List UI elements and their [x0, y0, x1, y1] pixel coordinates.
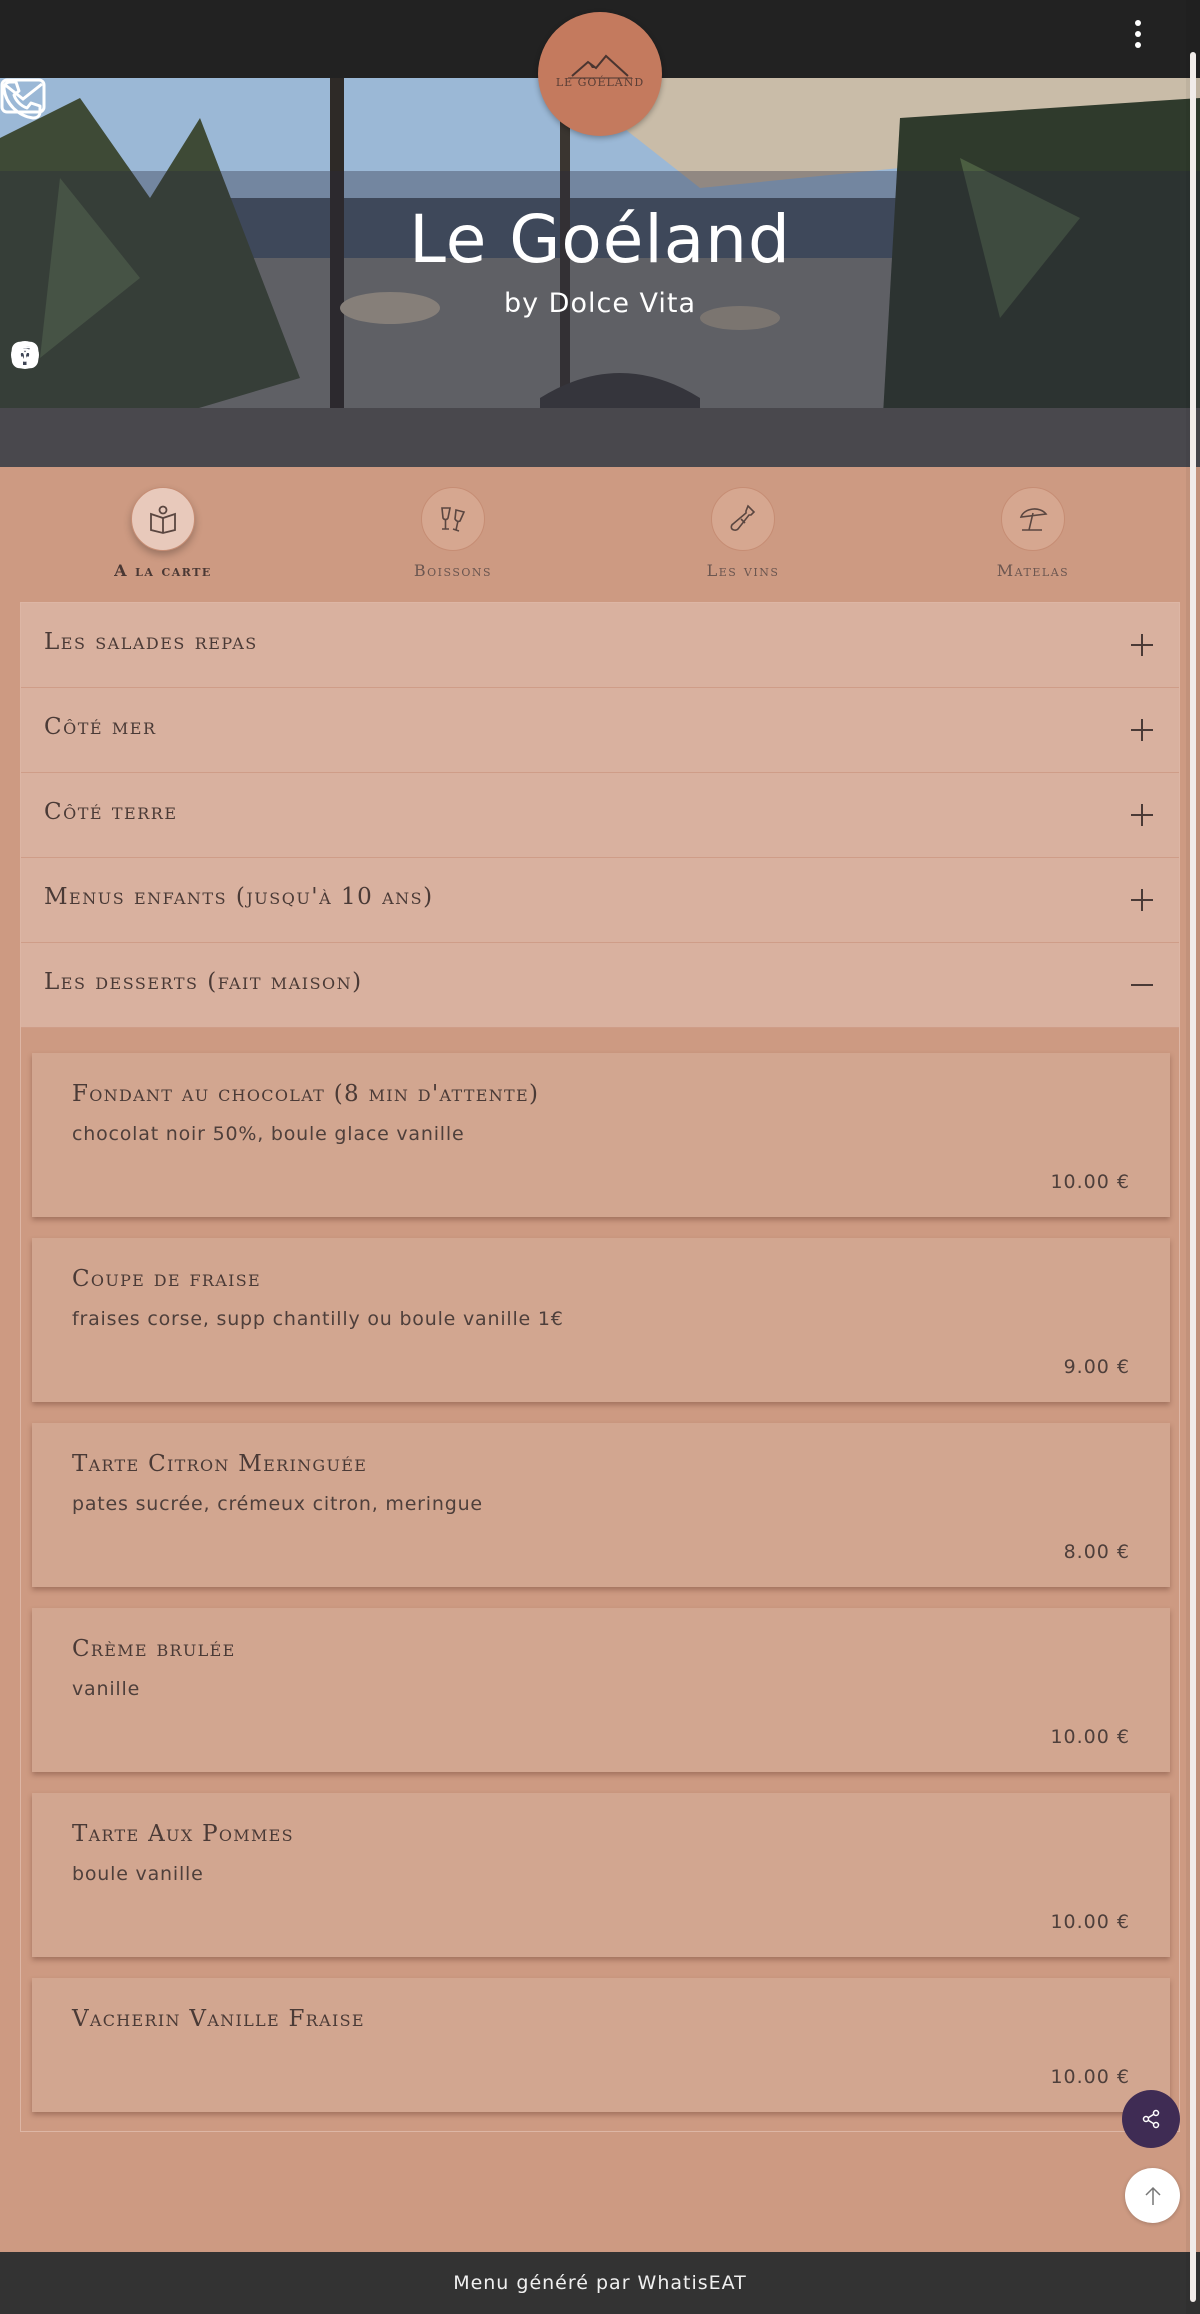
- section-cote-mer[interactable]: Côté mer: [21, 688, 1179, 773]
- item-price: 10.00 €: [1050, 1171, 1130, 1193]
- beach-umbrella-icon: [1001, 487, 1065, 551]
- category-tabs: A la carte Boissons Les vins Matelas: [0, 467, 1200, 602]
- section-title: Côté mer: [44, 714, 157, 740]
- restaurant-name: Le Goéland: [409, 201, 791, 278]
- tab-boissons[interactable]: Boissons: [328, 487, 578, 580]
- item-price: 8.00 €: [1063, 1541, 1130, 1563]
- section-title: Côté terre: [44, 799, 178, 825]
- menu-accordion: Les salades repas Côté mer Côté terre Me…: [20, 602, 1180, 2132]
- scrollbar-thumb[interactable]: [1190, 52, 1196, 2302]
- tab-a-la-carte[interactable]: A la carte: [38, 487, 288, 580]
- menu-item[interactable]: Coupe de fraise fraises corse, supp chan…: [32, 1238, 1170, 1402]
- tab-matelas[interactable]: Matelas: [908, 487, 1158, 580]
- item-name: Crème brulée: [72, 1636, 236, 1662]
- item-price: 10.00 €: [1050, 1911, 1130, 1933]
- mountain-logo-icon: [568, 54, 632, 79]
- item-description: chocolat noir 50%, boule glace vanille: [72, 1123, 465, 1145]
- tab-label: A la carte: [114, 561, 212, 580]
- item-description: fraises corse, supp chantilly ou boule v…: [72, 1308, 564, 1330]
- tab-label: Les vins: [706, 561, 780, 580]
- wine-bottle-icon: [711, 487, 775, 551]
- menu-item[interactable]: Tarte Citron Meringuée pates sucrée, cré…: [32, 1423, 1170, 1587]
- section-les-salades-repas[interactable]: Les salades repas: [21, 603, 1179, 688]
- kebab-menu-icon[interactable]: [1132, 20, 1144, 56]
- tab-label: Boissons: [413, 561, 493, 580]
- plus-icon: [1131, 719, 1153, 741]
- cocktail-glasses-icon: [421, 487, 485, 551]
- item-name: Tarte Citron Meringuée: [72, 1451, 368, 1477]
- plus-icon: [1131, 889, 1153, 911]
- menu-item[interactable]: Vacherin Vanille Fraise 10.00 €: [32, 1978, 1170, 2112]
- restaurant-subtitle: by Dolce Vita: [503, 288, 697, 319]
- tab-label: Matelas: [996, 561, 1070, 580]
- section-title: Menus enfants (jusqu'à 10 ans): [44, 884, 434, 910]
- share-icon: [1142, 2109, 1160, 2129]
- item-description: boule vanille: [72, 1863, 204, 1885]
- section-title: Les desserts (fait maison): [44, 969, 363, 995]
- item-name: Vacherin Vanille Fraise: [72, 2006, 365, 2032]
- arrow-up-icon: [1144, 2186, 1161, 2205]
- share-button[interactable]: [1122, 2090, 1180, 2148]
- hero-banner: Le Goéland by Dolce Vita: [0, 78, 1200, 467]
- item-name: Coupe de fraise: [72, 1266, 261, 1292]
- phone-icon[interactable]: [0, 78, 44, 122]
- menu-item[interactable]: Tarte Aux Pommes boule vanille 10.00 €: [32, 1793, 1170, 1957]
- section-menus-enfants[interactable]: Menus enfants (jusqu'à 10 ans): [21, 858, 1179, 943]
- section-cote-terre[interactable]: Côté terre: [21, 773, 1179, 858]
- item-price: 9.00 €: [1063, 1356, 1130, 1378]
- footer: Menu généré par WhatisEAT: [0, 2252, 1200, 2314]
- menu-item[interactable]: Fondant au chocolat (8 min d'attente) ch…: [32, 1053, 1170, 1217]
- logo-text: LE GOÉLAND: [555, 76, 645, 89]
- plus-icon: [1131, 634, 1153, 656]
- section-les-desserts[interactable]: Les desserts (fait maison): [21, 943, 1179, 1028]
- minus-icon: [1131, 974, 1153, 996]
- tab-les-vins[interactable]: Les vins: [618, 487, 868, 580]
- item-name: Fondant au chocolat (8 min d'attente): [72, 1081, 540, 1107]
- menu-book-icon: [131, 487, 195, 551]
- restaurant-logo[interactable]: LE GOÉLAND: [538, 12, 662, 136]
- item-description: vanille: [72, 1678, 141, 1700]
- scrollbar[interactable]: [1186, 0, 1200, 2314]
- menu-item[interactable]: Crème brulée vanille 10.00 €: [32, 1608, 1170, 1772]
- item-description: pates sucrée, crémeux citron, meringue: [72, 1493, 483, 1515]
- scroll-to-top-button[interactable]: [1125, 2168, 1180, 2223]
- item-price: 10.00 €: [1050, 1726, 1130, 1748]
- item-name: Tarte Aux Pommes: [72, 1821, 294, 1847]
- plus-icon: [1131, 804, 1153, 826]
- item-price: 10.00 €: [1050, 2066, 1130, 2088]
- instagram-icon[interactable]: [10, 340, 40, 370]
- section-title: Les salades repas: [44, 629, 258, 655]
